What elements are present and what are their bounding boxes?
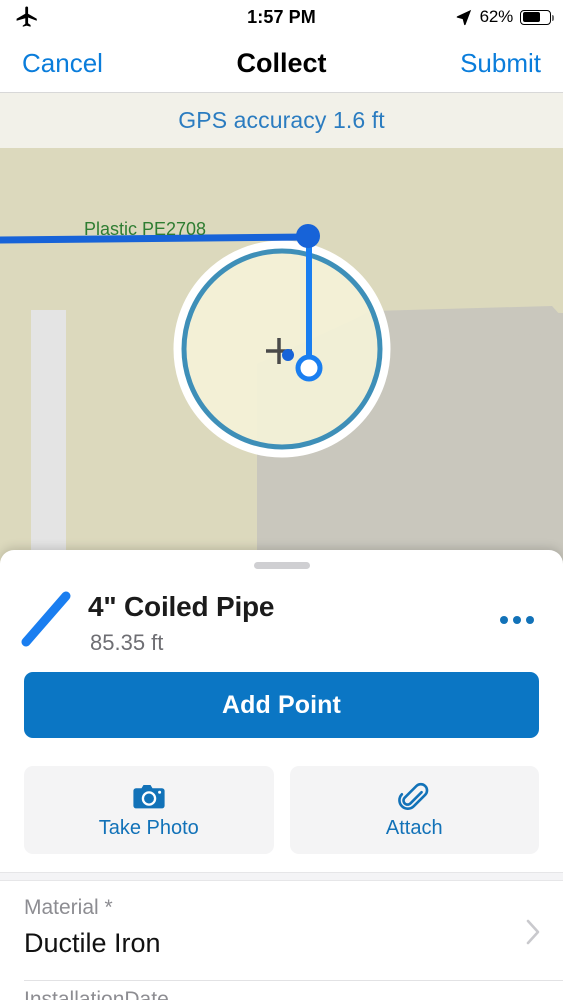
take-photo-label: Take Photo <box>98 816 199 839</box>
location-arrow-icon <box>456 9 471 26</box>
form-row-material[interactable]: Material * Ductile Iron <box>0 886 563 980</box>
more-dot-2 <box>513 616 521 624</box>
form-row-installation-date[interactable]: InstallationDate <box>0 988 563 1000</box>
bottom-sheet: 4" Coiled Pipe 85.35 ft Add Point Take P… <box>0 550 563 1000</box>
sheet-header: 4" Coiled Pipe 85.35 ft <box>0 578 563 660</box>
gps-accuracy-banner[interactable]: GPS accuracy 1.6 ft <box>0 93 563 148</box>
gps-location-dot <box>282 349 294 361</box>
camera-icon <box>133 784 165 808</box>
status-bar: 1:57 PM 62% <box>0 0 563 34</box>
status-bar-right: 62% <box>455 0 555 34</box>
battery-percent: 62% <box>479 7 514 26</box>
more-options-button[interactable] <box>487 596 547 644</box>
sketch-vertex-start <box>296 224 320 248</box>
more-dot-3 <box>526 616 534 624</box>
take-photo-button[interactable]: Take Photo <box>24 766 274 854</box>
form-divider <box>24 980 563 981</box>
map-view[interactable]: Plastic PE2708 <box>0 148 563 580</box>
chevron-right-icon <box>526 919 540 945</box>
installation-date-label: InstallationDate <box>24 988 169 1000</box>
status-time: 1:57 PM <box>247 6 316 27</box>
submit-button[interactable]: Submit <box>460 34 541 92</box>
attach-button[interactable]: Attach <box>289 766 539 854</box>
sheet-drag-handle[interactable] <box>253 562 310 569</box>
navigation-bar: Cancel Collect Submit <box>0 34 563 93</box>
pipe-label: Plastic PE2708 <box>84 219 206 239</box>
more-dot-1 <box>500 616 508 624</box>
section-separator <box>0 872 563 881</box>
gps-accuracy-text: GPS accuracy 1.6 ft <box>178 107 385 133</box>
add-point-button[interactable]: Add Point <box>24 672 539 738</box>
secondary-action-row: Take Photo Attach <box>24 766 539 854</box>
material-value: Ductile Iron <box>24 928 161 958</box>
paperclip-icon <box>398 782 429 810</box>
material-label: Material * <box>24 896 113 919</box>
map-canvas: Plastic PE2708 <box>0 148 563 580</box>
road-strip <box>31 310 66 580</box>
attach-label: Attach <box>385 816 443 839</box>
sketch-vertex-end <box>295 354 323 382</box>
feature-length: 85.35 ft <box>90 630 164 655</box>
collect-screen: 1:57 PM 62% Cancel Collect Submit GPS ac… <box>0 0 563 1000</box>
polyline-icon <box>21 591 71 647</box>
battery-icon <box>520 9 555 25</box>
feature-title: 4" Coiled Pipe <box>88 591 275 622</box>
